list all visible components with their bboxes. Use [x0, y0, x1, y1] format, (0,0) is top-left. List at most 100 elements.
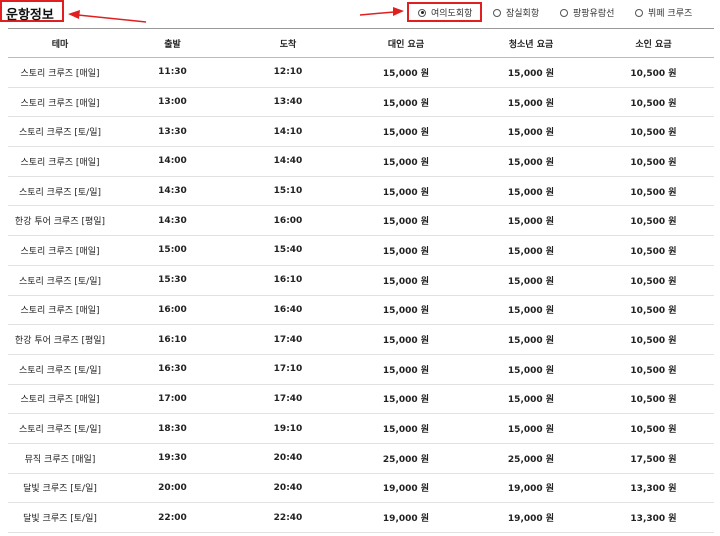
route-radio-group: 여의도회항 잠실회항 팡팡유람선 뷔페 크루즈 [0, 0, 720, 24]
header-arrival: 도착 [233, 28, 343, 58]
cell-theme: 뮤직 크루즈 [매일] [8, 443, 112, 474]
cell-theme: 달빛 크루즈 [토/일] [8, 502, 112, 533]
radio-label: 뷔페 크루즈 [648, 9, 693, 19]
table-row: 스토리 크루즈 [토/일] 18:30 19:10 15,000 원 15,000 원1… [8, 413, 714, 444]
cell-departure: 14:30 [112, 176, 233, 207]
cell-departure: 14:00 [112, 146, 233, 177]
radio-unchecked-icon [493, 8, 501, 17]
cell-child-fare: 17,500 원 [593, 443, 714, 474]
table-row: 한강 투어 크루즈 [평일] 14:30 16:00 15,000 원 15,000 원… [8, 205, 714, 237]
cell-child-fare: 10,500 원 [593, 146, 714, 177]
cell-departure: 16:00 [112, 295, 233, 326]
radio-jamsil-loop[interactable]: 잠실회항 [493, 6, 539, 19]
header-youth-fare: 청소년 요금 [469, 28, 593, 58]
cell-child-fare: 10,500 원 [593, 57, 714, 88]
cell-departure: 22:00 [112, 502, 233, 533]
cell-arrival: 19:10 [233, 413, 343, 444]
cell-arrival: 13:40 [233, 87, 343, 118]
cell-theme: 한강 투어 크루즈 [평일] [8, 205, 112, 237]
cell-theme: 스토리 크루즈 [토/일] [8, 413, 112, 444]
cell-youth-fare: 19,000 원 [469, 473, 593, 504]
cell-child-fare: 13,300 원 [593, 502, 714, 533]
cell-arrival: 16:40 [233, 295, 343, 326]
radio-pangpang-cruise[interactable]: 팡팡유람선 [560, 6, 614, 19]
cell-adult-fare: 25,000 원 [343, 443, 469, 474]
cell-theme: 스토리 크루즈 [토/일] [8, 265, 112, 296]
cell-youth-fare: 15,000 원 [469, 57, 593, 88]
cell-arrival: 15:10 [233, 176, 343, 207]
cell-child-fare: 10,500 원 [593, 324, 714, 355]
schedule-table: 테마 출발 도착 대인 요금 청소년 요금 소인 요금 스토리 크루즈 [매일]… [8, 28, 714, 533]
header-theme: 테마 [8, 28, 112, 58]
cell-departure: 11:30 [112, 57, 233, 88]
cell-youth-fare: 25,000 원 [469, 443, 593, 474]
table-row: 스토리 크루즈 [매일] 16:00 16:40 15,000 원 15,000 원 10… [8, 295, 714, 326]
cell-adult-fare: 15,000 원 [343, 265, 469, 296]
cell-theme: 스토리 크루즈 [매일] [8, 235, 112, 266]
cell-child-fare: 10,500 원 [593, 384, 714, 415]
table-row: 스토리 크루즈 [토/일] 15:30 16:10 15,000 원 15,000 원1… [8, 265, 714, 296]
cell-child-fare: 10,500 원 [593, 87, 714, 118]
schedule-table-body: 스토리 크루즈 [매일] 11:30 12:10 15,000 원 15,000 원 10… [8, 57, 714, 533]
cell-adult-fare: 15,000 원 [343, 57, 469, 88]
cell-child-fare: 10,500 원 [593, 235, 714, 266]
cell-youth-fare: 15,000 원 [469, 146, 593, 177]
radio-label: 팡팡유람선 [573, 9, 615, 19]
cell-child-fare: 10,500 원 [593, 295, 714, 326]
cell-arrival: 12:10 [233, 57, 343, 88]
header-child-fare: 소인 요금 [593, 28, 714, 58]
cell-departure: 16:10 [112, 324, 233, 355]
cell-child-fare: 10,500 원 [593, 116, 714, 148]
table-row: 스토리 크루즈 [토/일] 16:30 17:10 15,000 원 15,000 원1… [8, 354, 714, 385]
cell-adult-fare: 15,000 원 [343, 235, 469, 266]
header-adult-fare: 대인 요금 [343, 28, 469, 58]
radio-buffet-cruise[interactable]: 뷔페 크루즈 [635, 6, 692, 19]
cell-child-fare: 10,500 원 [593, 354, 714, 385]
cell-adult-fare: 15,000 원 [343, 384, 469, 415]
cell-theme: 스토리 크루즈 [토/일] [8, 176, 112, 207]
cell-youth-fare: 15,000 원 [469, 295, 593, 326]
cell-departure: 13:30 [112, 116, 233, 148]
radio-unchecked-icon [560, 8, 568, 17]
cell-theme: 스토리 크루즈 [매일] [8, 384, 112, 415]
table-row: 한강 투어 크루즈 [평일] 16:10 17:40 15,000 원 15,000 원… [8, 324, 714, 355]
cell-departure: 15:00 [112, 235, 233, 266]
cell-theme: 스토리 크루즈 [토/일] [8, 116, 112, 148]
cell-arrival: 17:40 [233, 384, 343, 415]
cell-arrival: 16:00 [233, 205, 343, 237]
cell-departure: 14:30 [112, 205, 233, 237]
cell-departure: 13:00 [112, 87, 233, 118]
cell-arrival: 14:40 [233, 146, 343, 177]
cell-adult-fare: 15,000 원 [343, 205, 469, 237]
cell-departure: 17:00 [112, 384, 233, 415]
annotation-highlight-box [407, 2, 482, 22]
cell-youth-fare: 15,000 원 [469, 324, 593, 355]
radio-unchecked-icon [635, 8, 643, 17]
cell-adult-fare: 19,000 원 [343, 473, 469, 504]
cell-arrival: 14:10 [233, 116, 343, 148]
cell-arrival: 20:40 [233, 473, 343, 504]
table-row: 스토리 크루즈 [매일] 11:30 12:10 15,000 원 15,000 원 10… [8, 57, 714, 88]
table-header-row: 테마 출발 도착 대인 요금 청소년 요금 소인 요금 [8, 28, 714, 58]
cell-youth-fare: 15,000 원 [469, 205, 593, 237]
cell-youth-fare: 15,000 원 [469, 176, 593, 207]
table-row: 스토리 크루즈 [매일] 15:00 15:40 15,000 원 15,000 원 10… [8, 235, 714, 266]
cell-theme: 스토리 크루즈 [토/일] [8, 354, 112, 385]
cell-adult-fare: 15,000 원 [343, 176, 469, 207]
cell-youth-fare: 15,000 원 [469, 116, 593, 148]
cell-theme: 스토리 크루즈 [매일] [8, 57, 112, 88]
table-row: 스토리 크루즈 [토/일] 13:30 14:10 15,000 원 15,000 원1… [8, 116, 714, 148]
table-row: 달빛 크루즈 [토/일] 22:00 22:40 19,000 원 19,000 원 13… [8, 502, 714, 533]
cell-youth-fare: 15,000 원 [469, 354, 593, 385]
table-row: 스토리 크루즈 [매일] 13:00 13:40 15,000 원 15,000 원 10… [8, 87, 714, 118]
cell-child-fare: 10,500 원 [593, 413, 714, 444]
cell-departure: 20:00 [112, 473, 233, 504]
cell-child-fare: 13,300 원 [593, 473, 714, 504]
cell-arrival: 15:40 [233, 235, 343, 266]
cell-youth-fare: 15,000 원 [469, 384, 593, 415]
cell-adult-fare: 15,000 원 [343, 146, 469, 177]
cell-adult-fare: 15,000 원 [343, 295, 469, 326]
cell-arrival: 17:40 [233, 324, 343, 355]
cell-departure: 16:30 [112, 354, 233, 385]
cell-departure: 18:30 [112, 413, 233, 444]
